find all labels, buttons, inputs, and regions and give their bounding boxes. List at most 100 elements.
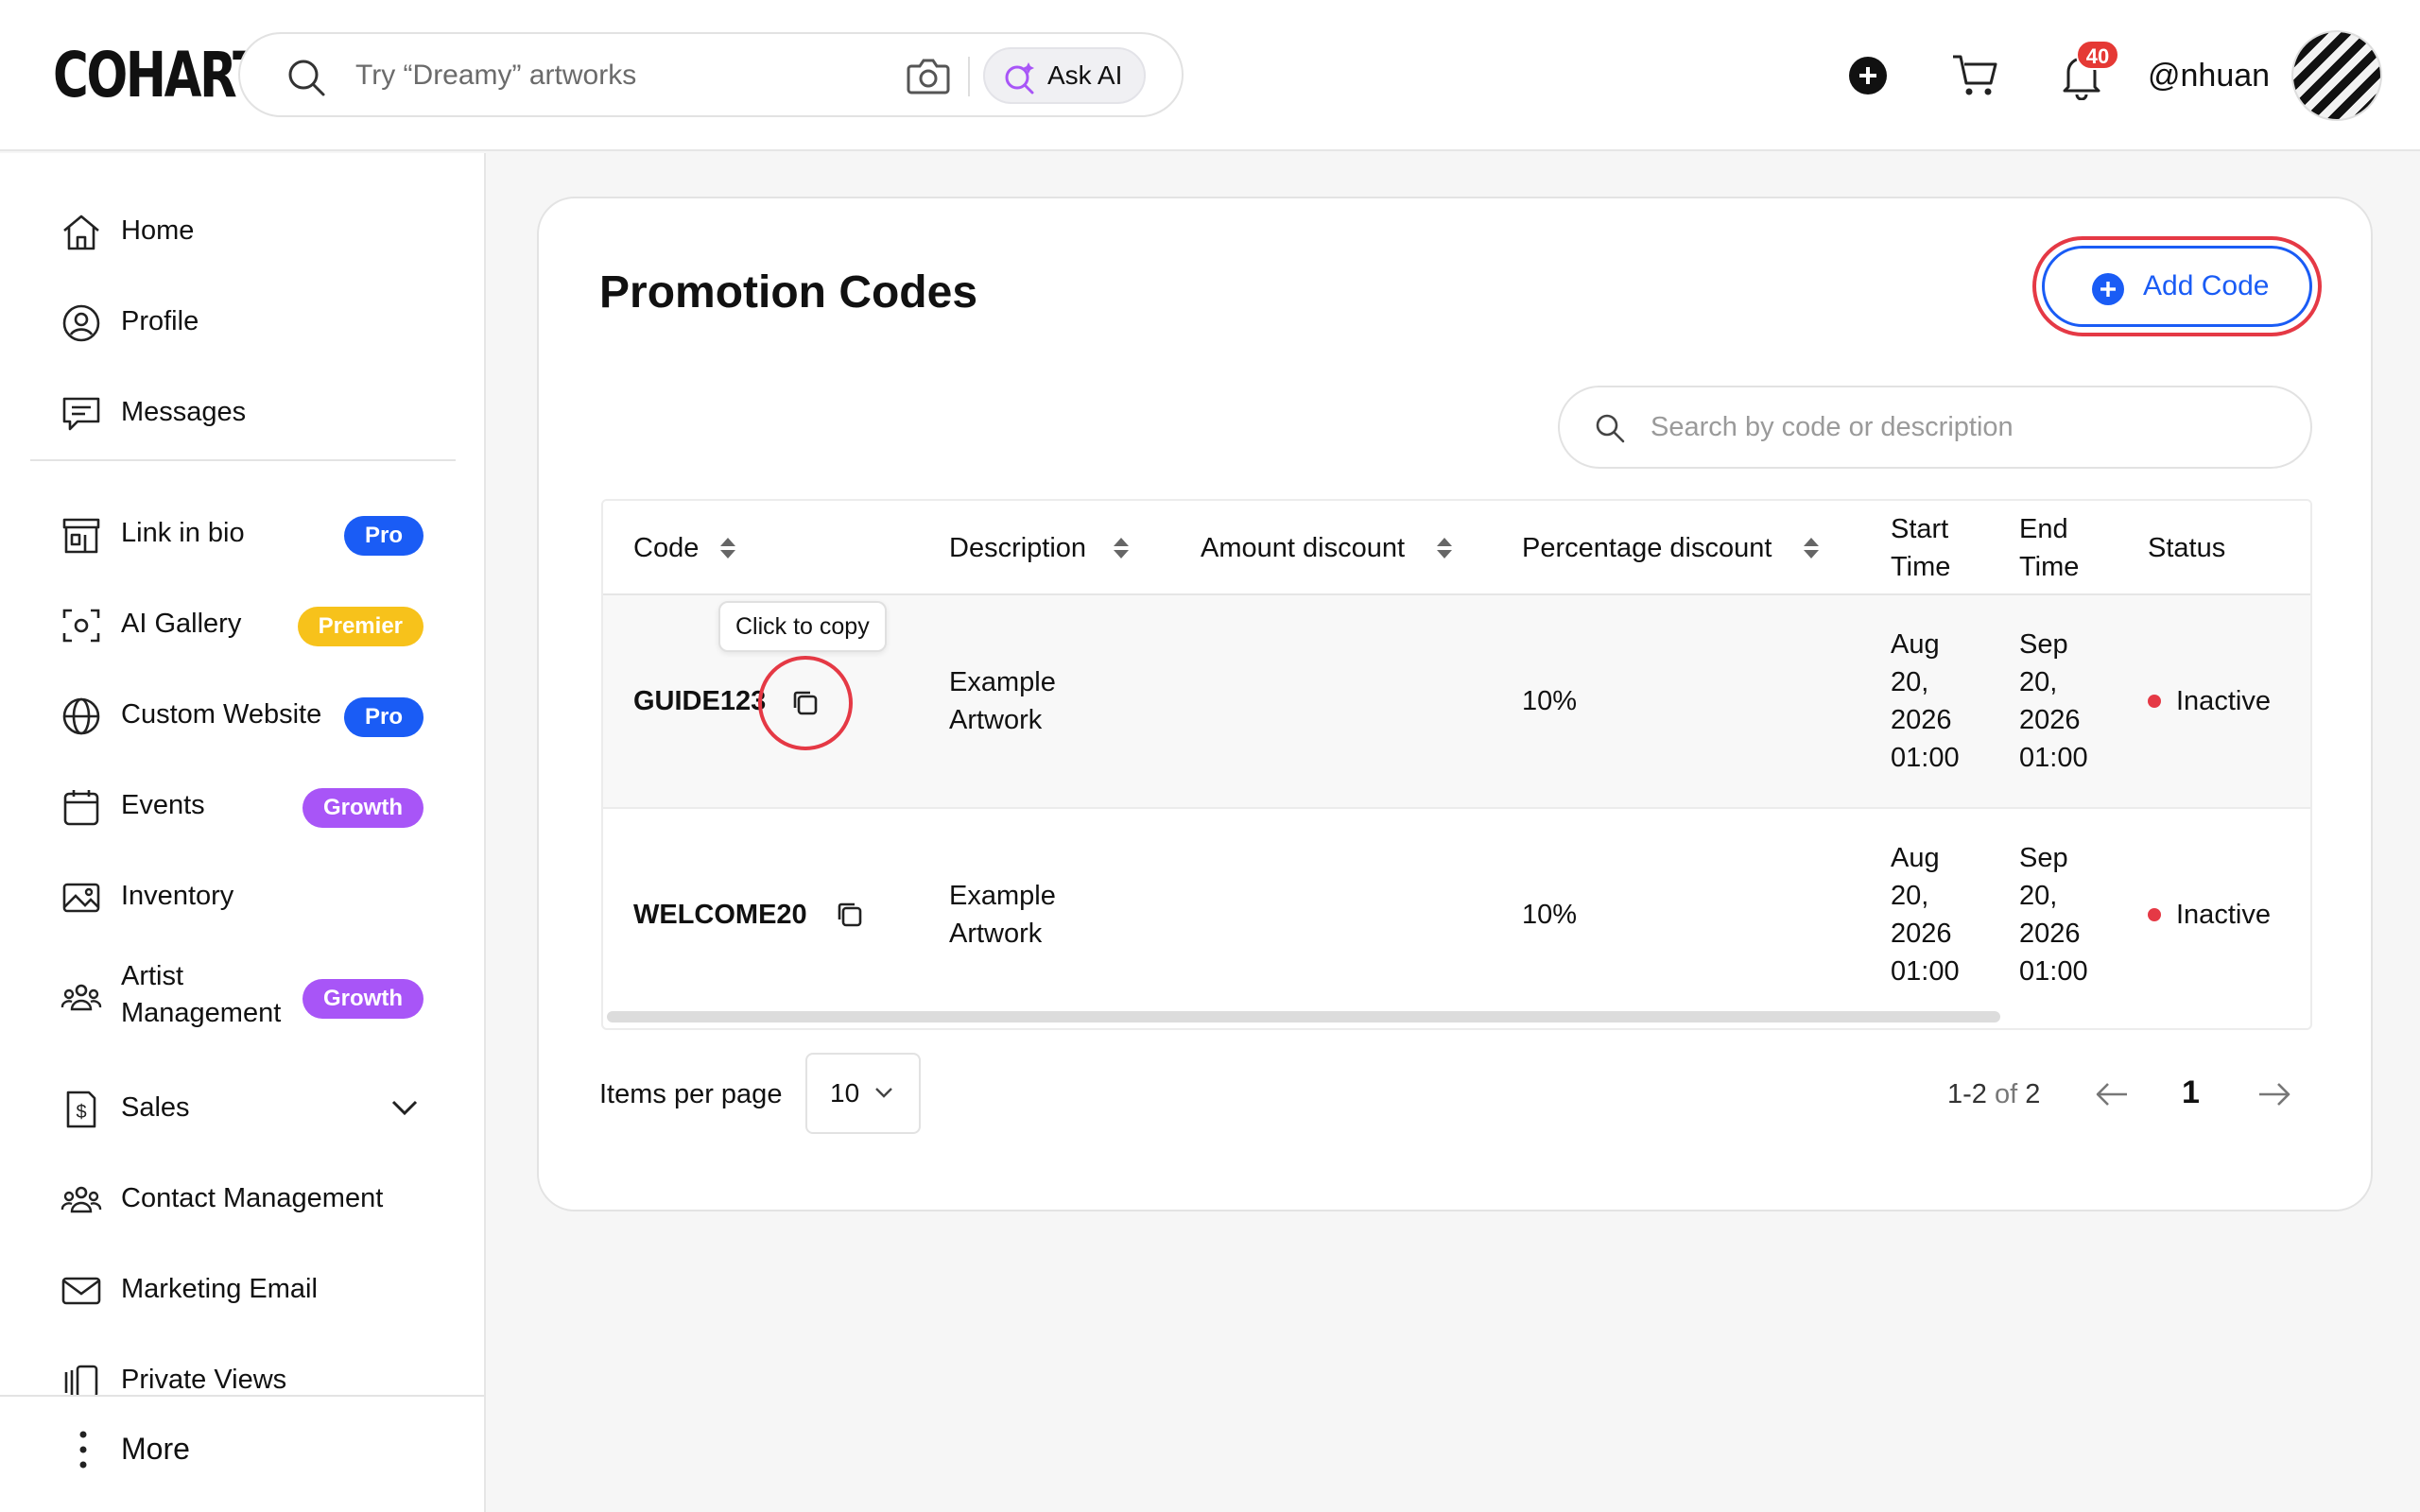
- chevron-down-icon: [875, 1088, 892, 1098]
- status-inactive-dot: [2148, 695, 2161, 708]
- promo-start-time: Aug 20, 2026 01:00: [1891, 843, 1960, 987]
- camera-icon[interactable]: [906, 55, 951, 96]
- column-header-description[interactable]: Description: [949, 529, 1086, 567]
- sidebar: Home Profile Messages Link in bio Pro AI…: [0, 153, 486, 1512]
- plus-circle-icon: [2092, 273, 2124, 305]
- growth-badge: Growth: [302, 979, 424, 1019]
- cohart-logo[interactable]: COHART: [53, 42, 266, 110]
- column-header-amount-discount[interactable]: Amount discount: [1201, 529, 1405, 567]
- notification-count-badge: 40: [2076, 40, 2119, 70]
- promo-code: WELCOME20: [633, 900, 807, 930]
- sidebar-item-marketing-email[interactable]: Marketing Email: [60, 1259, 439, 1319]
- column-header-start-time: Start Time: [1891, 514, 1951, 582]
- sidebar-item-home[interactable]: Home: [60, 200, 439, 261]
- sidebar-item-label: Link in bio: [121, 518, 245, 548]
- people-icon: [60, 984, 102, 1011]
- copy-icon[interactable]: [834, 899, 866, 931]
- promo-description: Example Artwork: [949, 667, 1056, 735]
- sidebar-item-profile[interactable]: Profile: [60, 291, 439, 352]
- items-per-page-value: 10: [830, 1078, 860, 1108]
- growth-badge: Growth: [302, 788, 424, 828]
- sidebar-item-custom-website[interactable]: Custom Website Pro: [60, 684, 439, 745]
- table-header: Code Description Amount discount Percent…: [603, 501, 2310, 595]
- scan-icon: [62, 609, 100, 643]
- home-icon: [63, 215, 99, 250]
- username[interactable]: @nhuan: [2148, 49, 2270, 102]
- column-header-percentage-discount[interactable]: Percentage discount: [1522, 529, 1772, 567]
- sidebar-item-events[interactable]: Events Growth: [60, 775, 439, 835]
- promo-end-time: Sep 20, 2026 01:00: [2019, 629, 2088, 773]
- sidebar-more[interactable]: More: [0, 1395, 484, 1512]
- code-search-placeholder: Search by code or description: [1651, 412, 2014, 442]
- sidebar-item-messages[interactable]: Messages: [60, 382, 439, 442]
- dollar-doc-icon: $: [66, 1091, 96, 1128]
- column-header-end-time: End Time: [2019, 514, 2080, 582]
- status-inactive-dot: [2148, 908, 2161, 921]
- sidebar-item-contact-management[interactable]: Contact Management: [60, 1168, 439, 1228]
- search-divider: [968, 57, 970, 96]
- sidebar-item-label: Custom Website: [121, 699, 322, 730]
- pagination-range: 1-2 of 2: [1947, 1079, 2041, 1109]
- cart-icon[interactable]: [1951, 53, 1998, 98]
- sidebar-item-label: Profile: [121, 306, 199, 336]
- sidebar-item-label: Contact Management: [121, 1183, 384, 1213]
- add-code-label: Add Code: [2143, 270, 2270, 301]
- pro-badge: Pro: [343, 697, 424, 737]
- global-search-bar[interactable]: Try “Dreamy” artworks Ask AI: [238, 32, 1184, 117]
- column-header-code[interactable]: Code: [633, 529, 699, 567]
- sort-icon[interactable]: [1435, 536, 1454, 560]
- current-page-number[interactable]: 1: [2182, 1062, 2200, 1123]
- svg-text:$: $: [76, 1102, 86, 1123]
- promo-percentage-discount: 10%: [1522, 686, 1578, 716]
- sidebar-item-inventory[interactable]: Inventory: [60, 866, 439, 926]
- pro-badge: Pro: [343, 516, 424, 556]
- sidebar-item-label: Artist Management: [121, 961, 282, 1028]
- promo-description: Example Artwork: [949, 881, 1056, 949]
- copy-tooltip: Click to copy: [718, 601, 887, 652]
- sidebar-item-label: Marketing Email: [121, 1274, 318, 1304]
- search-icon: [288, 60, 325, 96]
- code-search-input[interactable]: Search by code or description: [1558, 386, 2312, 469]
- copy-icon[interactable]: [789, 687, 821, 719]
- arrow-left-icon[interactable]: [2093, 1075, 2131, 1113]
- sidebar-item-sales[interactable]: $ Sales: [60, 1077, 439, 1138]
- sidebar-item-label: Home: [121, 215, 195, 246]
- messages-icon: [62, 397, 100, 431]
- promo-code: GUIDE123: [633, 686, 767, 716]
- sidebar-item-ai-gallery[interactable]: AI Gallery Premier: [60, 593, 439, 654]
- items-per-page-select[interactable]: 10: [805, 1053, 921, 1134]
- global-search-placeholder[interactable]: Try “Dreamy” artworks: [355, 34, 636, 117]
- create-plus-icon[interactable]: [1849, 57, 1887, 94]
- sidebar-item-link-in-bio[interactable]: Link in bio Pro: [60, 503, 439, 563]
- top-header: COHART Try “Dreamy” artworks Ask AI 40 @…: [0, 0, 2420, 151]
- sidebar-item-artist-management[interactable]: Artist Management Growth: [60, 961, 439, 1028]
- sidebar-item-label: Messages: [121, 397, 247, 427]
- arrow-right-icon[interactable]: [2256, 1075, 2293, 1113]
- premier-badge: Premier: [297, 607, 424, 646]
- sidebar-item-label: Events: [121, 790, 205, 820]
- promo-end-time: Sep 20, 2026 01:00: [2019, 843, 2088, 987]
- chevron-down-icon[interactable]: [389, 1096, 420, 1119]
- sidebar-divider: [30, 459, 456, 461]
- add-code-button[interactable]: Add Code: [2042, 246, 2312, 327]
- horizontal-scrollbar[interactable]: [607, 1011, 2000, 1022]
- ask-ai-label: Ask AI: [1047, 60, 1123, 90]
- ask-ai-button[interactable]: Ask AI: [983, 47, 1146, 104]
- promotion-codes-table: Code Description Amount discount Percent…: [601, 499, 2312, 1030]
- items-per-page-label: Items per page: [599, 1079, 783, 1109]
- avatar[interactable]: [2291, 30, 2382, 121]
- image-icon: [62, 883, 100, 913]
- profile-icon: [62, 304, 100, 342]
- table-row: WELCOME20 Example Artwork 10% Aug 20, 2026 0…: [603, 809, 2310, 1007]
- sort-icon[interactable]: [1802, 536, 1821, 560]
- globe-icon: [62, 697, 100, 735]
- promotion-codes-card: Promotion Codes Add Code Search by code …: [537, 197, 2373, 1211]
- sidebar-item-label: Sales: [121, 1092, 190, 1123]
- more-label: More: [121, 1432, 190, 1466]
- search-icon: [1596, 414, 1625, 443]
- sort-icon[interactable]: [1112, 536, 1131, 560]
- storefront-icon: [62, 518, 100, 554]
- ai-sparkle-search-icon: [1005, 62, 1034, 94]
- page-title: Promotion Codes: [599, 267, 978, 318]
- sort-icon[interactable]: [718, 536, 737, 560]
